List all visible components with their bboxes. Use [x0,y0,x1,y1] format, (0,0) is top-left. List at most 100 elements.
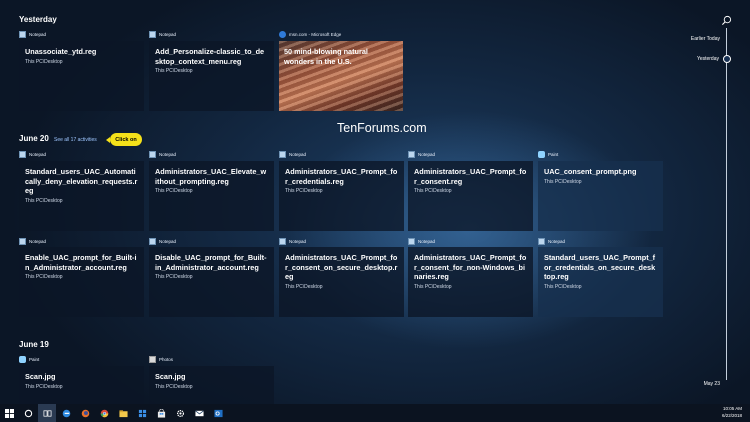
cortana-icon [24,409,32,417]
card-title: Enable_UAC_prompt_for_Built-in_Administr… [25,253,137,272]
card-title: Administrators_UAC_Prompt_for_credential… [285,167,398,186]
taskbar-firefox[interactable] [76,404,94,422]
activity-card[interactable]: UAC_consent_prompt.png This PC\Desktop [538,161,663,231]
activity-card[interactable]: Scan.jpg This PC\Desktop [149,366,274,404]
app-label: Notepad [19,151,46,158]
notepad-icon [538,238,545,245]
activity-card[interactable]: Administrators_UAC_Prompt_for_consent_on… [279,247,404,317]
section-title-june19: June 19 [19,340,49,349]
card-subtitle: This PC\Desktop [155,383,193,390]
notepad-icon [149,31,156,38]
app-label: Notepad [408,238,435,245]
notepad-icon [279,238,286,245]
section-title-yesterday: Yesterday [19,15,57,24]
paint-icon [19,356,26,363]
app-label: Notepad [149,151,176,158]
card-subtitle: This PC\Desktop [544,283,582,290]
card-subtitle: This PC\Desktop [414,283,452,290]
photos-icon [149,356,156,363]
card-title: Scan.jpg [25,372,56,381]
outlook-icon [213,409,223,417]
notepad-icon [408,151,415,158]
app-label: Notepad [149,238,176,245]
app-label: msn.com - Microsoft Edge [279,31,341,38]
mail-icon [194,410,204,416]
see-all-activities-link[interactable]: See all 17 activities [54,137,97,143]
taskbar-file-explorer[interactable] [114,404,132,422]
activity-card[interactable]: Administrators_UAC_Elevate_without_promp… [149,161,274,231]
card-subtitle: This PC\Desktop [25,274,63,280]
settings-icon [176,409,184,417]
activity-card[interactable]: Enable_UAC_prompt_for_Built-in_Administr… [19,247,144,317]
app-label: Notepad [19,238,46,245]
timeline-label-yesterday[interactable]: Yesterday [680,56,719,62]
card-title: Standard_users_UAC_Prompt_for_credential… [544,253,656,281]
app-label: Photos [149,356,173,363]
card-subtitle: This PC\Desktop [25,58,63,65]
edge-icon [62,409,70,417]
card-subtitle: This PC\Desktop [544,178,582,185]
activity-card[interactable]: Standard_users_UAC_Automatically_deny_el… [19,161,144,231]
paint-icon [538,151,545,158]
activity-card[interactable]: Administrators_UAC_Prompt_for_consent_fo… [408,247,533,317]
taskbar-outlook[interactable] [209,404,227,422]
card-title: Disable_UAC_prompt_for_Built-in_Administ… [155,253,267,272]
click-on-callout: Click on [106,133,142,146]
notepad-icon [19,238,26,245]
card-title: Administrators_UAC_Prompt_for_consent_on… [285,253,398,281]
taskbar-settings[interactable] [171,404,189,422]
start-button[interactable] [0,404,18,422]
app-label: Notepad [408,151,435,158]
task-view-button[interactable] [38,404,56,422]
timeline-label-may23[interactable]: May 23 [680,381,720,387]
card-title: Administrators_UAC_Prompt_for_consent_fo… [414,253,527,281]
app-label: Paint [19,356,39,363]
system-clock[interactable]: 10:05 AM 6/22/2018 [722,406,742,419]
taskbar-windows-store[interactable] [133,404,151,422]
activity-card[interactable]: Administrators_UAC_Prompt_for_consent.re… [408,161,533,231]
app-label: Notepad [279,238,306,245]
card-title: Scan.jpg [155,372,186,381]
firefox-icon [81,409,89,417]
chrome-icon [100,409,108,417]
timeline-scrollbar[interactable] [726,28,727,380]
clock-date: 6/22/2018 [721,412,742,418]
notepad-icon [149,151,156,158]
notepad-icon [149,238,156,245]
search-icon[interactable] [721,15,732,26]
notepad-icon [408,238,415,245]
activity-card[interactable]: Scan.jpg This PC\Desktop [19,366,144,404]
card-title: Standard_users_UAC_Automatically_deny_el… [25,167,138,195]
card-subtitle: This PC\Desktop [25,383,63,390]
card-title: Administrators_UAC_Prompt_for_consent.re… [414,167,527,186]
activity-card[interactable]: Add_Personalize-classic_to_desktop_conte… [149,41,274,111]
activity-card[interactable]: Unassociate_ytd.reg This PC\Desktop [19,41,144,111]
card-title: Unassociate_ytd.reg [25,47,97,56]
clock-time: 10:05 AM [722,406,742,411]
taskbar-mail[interactable] [190,404,208,422]
timeline-position-marker[interactable] [722,55,731,63]
taskbar-edge[interactable] [57,404,75,422]
cortana-button[interactable] [19,404,37,422]
card-subtitle: This PC\Desktop [155,274,193,280]
taskbar-store[interactable] [152,404,170,422]
section-title-june20: June 20 [19,134,49,143]
app-label: Notepad [279,151,306,158]
activity-card[interactable]: Administrators_UAC_Prompt_for_credential… [279,161,404,231]
taskbar-chrome[interactable] [95,404,113,422]
timeline-label-earlier-today[interactable]: Earlier Today [680,36,720,42]
activity-card[interactable]: Disable_UAC_prompt_for_Built-in_Administ… [149,247,274,317]
card-title: Add_Personalize-classic_to_desktop_conte… [155,47,265,66]
edge-icon [279,31,286,38]
notepad-icon [19,31,26,38]
file-explorer-icon [118,409,128,417]
store-bag-icon [157,408,165,418]
card-subtitle: This PC\Desktop [285,188,323,194]
app-label: Notepad [19,31,46,38]
card-subtitle: This PC\Desktop [25,197,63,204]
activity-card-edge[interactable]: 50 mind-blowing natural wonders in the U… [279,41,403,111]
activity-card[interactable]: Standard_users_UAC_Prompt_for_credential… [538,247,663,317]
app-label: Paint [538,151,558,158]
taskbar: 10:05 AM 6/22/2018 [0,404,750,422]
card-subtitle: This PC\Desktop [285,283,323,290]
